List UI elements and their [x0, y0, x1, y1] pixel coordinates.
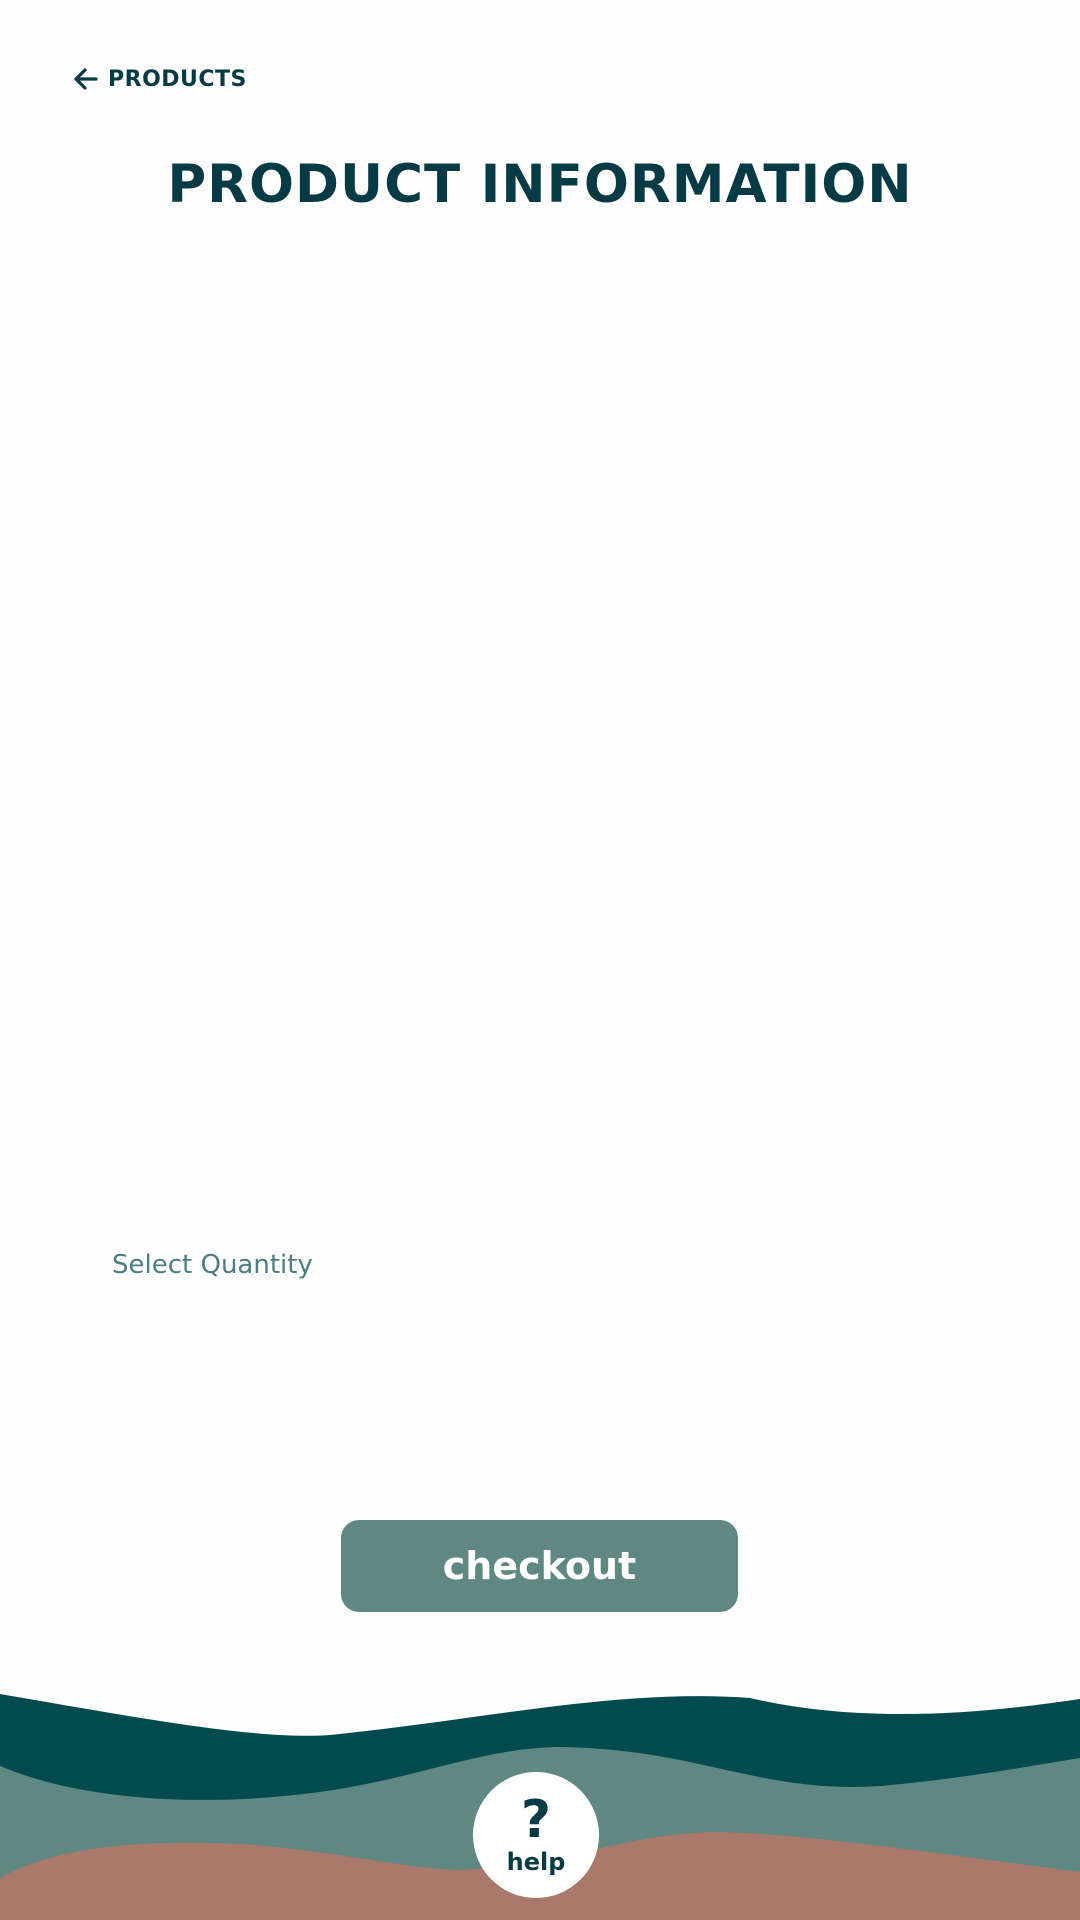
- help-label: help: [506, 1848, 566, 1876]
- back-link-label: PRODUCTS: [108, 66, 247, 92]
- page-title: PRODUCT INFORMATION: [167, 154, 913, 215]
- arrow-left-icon: [72, 65, 100, 93]
- help-button[interactable]: ? help: [473, 1772, 599, 1898]
- checkout-button[interactable]: checkout: [341, 1520, 738, 1612]
- select-quantity-label: Select Quantity: [112, 1250, 313, 1280]
- question-mark-icon: ?: [520, 1790, 552, 1850]
- back-to-products-link[interactable]: PRODUCTS: [72, 60, 247, 98]
